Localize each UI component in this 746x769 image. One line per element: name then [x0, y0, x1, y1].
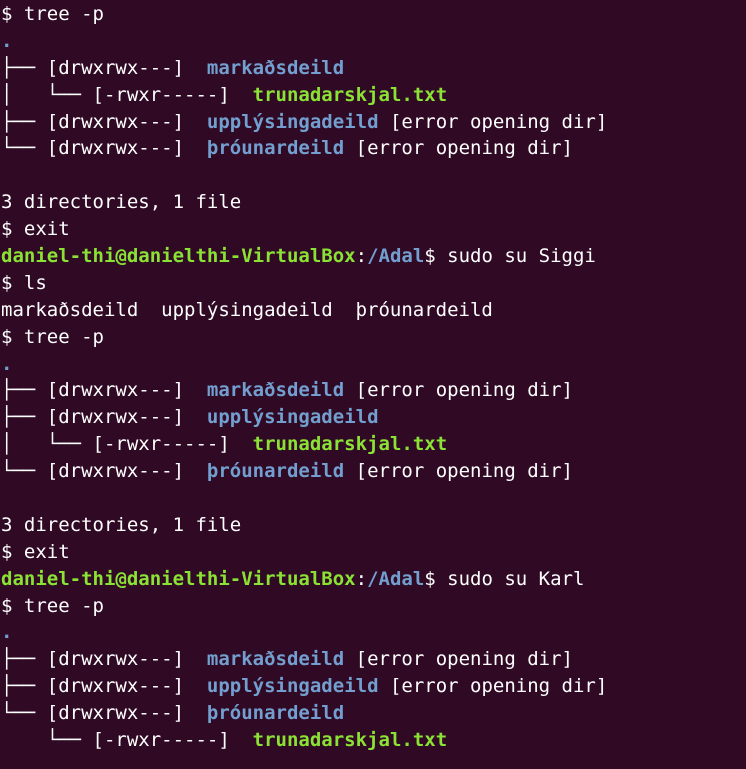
prompt-symbol: $: [1, 218, 24, 241]
tree-entry: ├── [drwxrwx---] markaðsdeild [error ope…: [1, 377, 746, 404]
prompt-symbol: $: [1, 594, 24, 617]
command-text: tree -p: [23, 594, 104, 617]
prompt-line: $ tree -p: [1, 324, 746, 351]
current-path: /Adal: [367, 245, 425, 268]
tree-entry: │ └── [-rwxr-----] trunadarskjal.txt: [1, 82, 746, 109]
prompt-symbol: $: [1, 271, 24, 294]
tree-branch: └──: [1, 460, 47, 483]
error-message: [error opening dir]: [344, 460, 573, 483]
prompt-colon: :: [355, 567, 368, 590]
permission-string: [drwxrwx---]: [46, 406, 207, 429]
output-text: 3 directories, 1 file: [1, 191, 242, 214]
directory-name: þróunardeild: [206, 137, 345, 160]
error-message: [error opening dir]: [378, 110, 608, 133]
tree-entry: ├── [drwxrwx---] upplýsingadeild [error …: [1, 673, 746, 700]
tree-entry: └── [drwxrwx---] þróunardeild [error ope…: [1, 135, 746, 162]
shell-prompt-line: daniel-thi@danielthi-VirtualBox:/Adal$ s…: [1, 243, 746, 270]
permission-string: [drwxrwx---]: [46, 702, 207, 725]
tree-branch: ├──: [1, 379, 47, 402]
prompt-line: $ exit: [1, 216, 746, 243]
error-message: [error opening dir]: [344, 137, 573, 160]
permission-string: [-rwxr-----]: [92, 729, 253, 752]
file-name: trunadarskjal.txt: [252, 83, 448, 106]
command-text: sudo su Karl: [447, 567, 585, 590]
tree-entry: └── [drwxrwx---] þróunardeild [error ope…: [1, 458, 746, 485]
permission-string: [drwxrwx---]: [46, 137, 207, 160]
tree-branch: ├──: [1, 110, 47, 133]
tree-branch: └──: [1, 137, 47, 160]
directory-name: markaðsdeild: [206, 379, 345, 402]
tree-branch: │ └──: [1, 83, 93, 106]
tree-entry: ├── [drwxrwx---] upplýsingadeild [error …: [1, 109, 746, 136]
prompt-symbol: $: [1, 540, 24, 563]
command-text: sudo su Siggi: [447, 245, 596, 268]
permission-string: [drwxrwx---]: [46, 379, 207, 402]
permission-string: [drwxrwx---]: [46, 110, 207, 133]
error-message: [error opening dir]: [344, 648, 573, 671]
terminal-window[interactable]: $ tree -p. ├── [drwxrwx---] markaðsdeild │…: [0, 0, 746, 769]
tree-branch: ├──: [1, 648, 47, 671]
output-text: 3 directories, 1 file: [1, 513, 242, 536]
error-message: [error opening dir]: [344, 379, 573, 402]
current-path: /Adal: [367, 567, 425, 590]
tree-entry: └── [-rwxr-----] trunadarskjal.txt: [1, 727, 746, 754]
tree-branch: ├──: [1, 406, 47, 429]
permission-string: [-rwxr-----]: [92, 83, 253, 106]
tree-root-dot: .: [1, 29, 13, 52]
prompt-symbol: $: [424, 245, 448, 268]
tree-entry: │ └── [-rwxr-----] trunadarskjal.txt: [1, 431, 746, 458]
command-text: ls: [23, 271, 47, 294]
tree-entry: ├── [drwxrwx---] markaðsdeild [error ope…: [1, 646, 746, 673]
prompt-line: $ tree -p: [1, 593, 746, 620]
directory-name: þróunardeild: [206, 702, 345, 725]
output-line: 3 directories, 1 file: [1, 512, 746, 539]
tree-branch: └──: [1, 702, 47, 725]
tree-root: .: [1, 351, 746, 378]
directory-name: upplýsingadeild: [206, 675, 379, 698]
command-text: tree -p: [23, 325, 104, 348]
directory-name: upplýsingadeild: [206, 110, 379, 133]
directory-name: markaðsdeild: [206, 56, 345, 79]
tree-entry: ├── [drwxrwx---] upplýsingadeild: [1, 404, 746, 431]
command-text: exit: [23, 218, 70, 241]
prompt-line: $ ls: [1, 270, 746, 297]
command-text: tree -p: [23, 3, 104, 25]
output-line: markaðsdeild upplýsingadeild þróunardeil…: [1, 297, 746, 324]
prompt-colon: :: [355, 245, 368, 268]
user-host: daniel-thi@danielthi-VirtualBox: [1, 567, 356, 590]
shell-prompt-line: daniel-thi@danielthi-VirtualBox:/Adal$ s…: [1, 566, 746, 593]
tree-branch: └──: [1, 729, 93, 752]
tree-root-dot: .: [1, 352, 13, 375]
tree-entry: ├── [drwxrwx---] markaðsdeild: [1, 55, 746, 82]
tree-branch: ├──: [1, 56, 47, 79]
tree-branch: ├──: [1, 675, 47, 698]
directory-name: markaðsdeild: [206, 648, 345, 671]
command-text: exit: [23, 540, 70, 563]
prompt-line: $ exit: [1, 539, 746, 566]
directory-name: upplýsingadeild: [206, 406, 379, 429]
permission-string: [-rwxr-----]: [92, 433, 253, 456]
tree-root: .: [1, 28, 746, 55]
permission-string: [drwxrwx---]: [46, 648, 207, 671]
tree-root: .: [1, 619, 746, 646]
file-name: trunadarskjal.txt: [252, 729, 448, 752]
tree-root-dot: .: [1, 621, 13, 644]
prompt-symbol: $: [1, 325, 24, 348]
tree-branch: │ └──: [1, 433, 93, 456]
output-text: markaðsdeild upplýsingadeild þróunardeil…: [1, 298, 493, 321]
user-host: daniel-thi@danielthi-VirtualBox: [1, 245, 356, 268]
file-name: trunadarskjal.txt: [252, 433, 448, 456]
permission-string: [drwxrwx---]: [46, 460, 207, 483]
prompt-symbol: $: [424, 567, 448, 590]
permission-string: [drwxrwx---]: [46, 675, 207, 698]
directory-name: þróunardeild: [206, 460, 345, 483]
error-message: [error opening dir]: [378, 675, 608, 698]
permission-string: [drwxrwx---]: [46, 56, 207, 79]
output-line: 3 directories, 1 file: [1, 189, 746, 216]
prompt-line: $ tree -p: [1, 1, 746, 28]
tree-entry: └── [drwxrwx---] þróunardeild: [1, 700, 746, 727]
prompt-symbol: $: [1, 3, 24, 25]
